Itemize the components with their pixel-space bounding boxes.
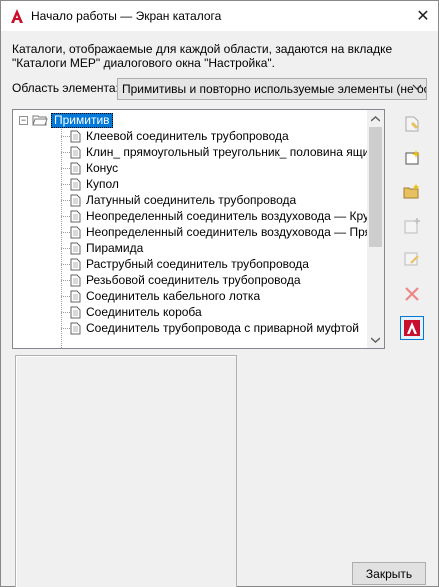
tree-item-label: Пирамида [86, 241, 144, 255]
new-catalog-icon [405, 116, 419, 132]
tree-item[interactable]: Клин_ прямоугольный треугольник_ половин… [61, 144, 368, 160]
tree-connector [61, 231, 70, 233]
tree-connector [61, 263, 70, 265]
tree-root[interactable]: − Примитив [19, 112, 113, 128]
catalog-item-icon [70, 322, 81, 334]
window-title: Начало работы — Экран каталога [31, 9, 222, 23]
tree-item[interactable]: Соединитель короба [61, 304, 202, 320]
new-item-icon [405, 150, 420, 165]
catalog-item-icon [70, 226, 81, 238]
tree-item[interactable]: Раструбный соединитель трубопровода [61, 256, 309, 272]
tree-item-label: Соединитель короба [86, 305, 202, 319]
tree-connector [61, 279, 70, 281]
description-text: Каталоги, отображаемые для каждой област… [12, 42, 393, 70]
tree-content: − Примитив Клеевой соединитель трубопров… [13, 110, 368, 348]
area-label: Область элемента: [12, 81, 119, 95]
tree-item[interactable]: Конус [61, 160, 118, 176]
tree-item-label: Раструбный соединитель трубопровода [86, 257, 309, 271]
catalog-item-icon [70, 178, 81, 190]
close-window-button[interactable]: ✕ [408, 1, 438, 31]
new-catalog-button[interactable] [400, 112, 424, 136]
chevron-down-icon [412, 82, 422, 95]
tree-item[interactable]: Латунный соединитель трубопровода [61, 192, 296, 208]
tree-item[interactable]: Неопределенный соединитель воздуховода —… [61, 224, 368, 240]
tree-connector [61, 247, 70, 249]
preview-panel [15, 355, 237, 587]
tree-connector [61, 295, 70, 297]
catalog-item-icon [70, 258, 81, 270]
tree-item-label: Конус [86, 161, 119, 175]
tree-item[interactable]: Пирамида [61, 240, 143, 256]
tree-item[interactable]: Соединитель трубопровода с приварной муф… [61, 320, 359, 336]
tree-item[interactable]: Соединитель кабельного лотка [61, 288, 260, 304]
catalog-item-icon [70, 242, 81, 254]
catalog-item-icon [70, 290, 81, 302]
tree-connector [61, 151, 70, 153]
tree-connector [61, 327, 70, 329]
tree-root-label: Примитив [51, 112, 113, 128]
edit-button[interactable] [400, 248, 424, 272]
open-folder-icon [403, 184, 419, 199]
catalog-item-icon [70, 162, 81, 174]
new-item-button[interactable] [400, 146, 424, 170]
tree-item[interactable]: Неопределенный соединитель воздуховода —… [61, 208, 368, 224]
delete-icon [405, 287, 419, 301]
scroll-down-icon[interactable] [367, 331, 384, 348]
tree-item-label: Латунный соединитель трубопровода [86, 193, 297, 207]
tree-connector [61, 135, 70, 137]
title-bar: Начало работы — Экран каталога ✕ [1, 1, 438, 31]
tree-item-label: Неопределенный соединитель воздуховода —… [86, 225, 368, 239]
tree-item[interactable]: Купол [61, 176, 119, 192]
autocad-app-icon [11, 9, 23, 23]
close-button[interactable]: Закрыть [352, 562, 426, 585]
tree-connector [61, 167, 70, 169]
catalog-dialog: Начало работы — Экран каталога ✕ Каталог… [0, 0, 439, 587]
catalog-item-icon [70, 210, 81, 222]
tree-item-label: Клин_ прямоугольный треугольник_ половин… [86, 145, 368, 159]
catalog-item-icon [70, 130, 81, 142]
scroll-up-icon[interactable] [367, 110, 384, 127]
collapse-icon[interactable]: − [19, 115, 28, 125]
tree-item-label: Резьбовой соединитель трубопровода [86, 273, 301, 287]
catalog-item-icon [70, 146, 81, 158]
area-select-value: Примитивы и повторно используемые элемен… [122, 82, 427, 96]
tree-item-label: Соединитель кабельного лотка [86, 289, 261, 303]
catalog-item-icon [70, 194, 81, 206]
catalog-tree[interactable]: − Примитив Клеевой соединитель трубопров… [12, 109, 385, 349]
tree-connector [61, 199, 70, 201]
autocad-button[interactable] [400, 316, 424, 340]
add-icon [404, 218, 420, 234]
add-button[interactable] [400, 214, 424, 238]
tree-item[interactable]: Резьбовой соединитель трубопровода [61, 272, 301, 288]
close-icon: ✕ [416, 8, 430, 25]
tree-scrollbar[interactable] [367, 110, 384, 348]
tree-item-label: Клеевой соединитель трубопровода [86, 129, 289, 143]
tree-item[interactable]: Клеевой соединитель трубопровода [61, 128, 289, 144]
delete-button[interactable] [400, 282, 424, 306]
scroll-thumb[interactable] [369, 127, 382, 247]
tree-connector [61, 215, 70, 217]
catalog-item-icon [70, 274, 81, 286]
tree-item-label: Купол [86, 177, 119, 191]
tree-connector [61, 183, 70, 185]
tree-item-label: Неопределенный соединитель воздуховода —… [86, 209, 368, 223]
tree-connector [61, 311, 70, 313]
area-select[interactable]: Примитивы и повторно используемые элемен… [117, 78, 427, 100]
open-folder-icon [32, 115, 48, 126]
tree-item-label: Соединитель трубопровода с приварной муф… [86, 321, 359, 335]
edit-icon [404, 252, 419, 266]
open-folder-button[interactable] [400, 180, 424, 204]
autocad-icon [404, 320, 420, 336]
catalog-item-icon [70, 306, 81, 318]
